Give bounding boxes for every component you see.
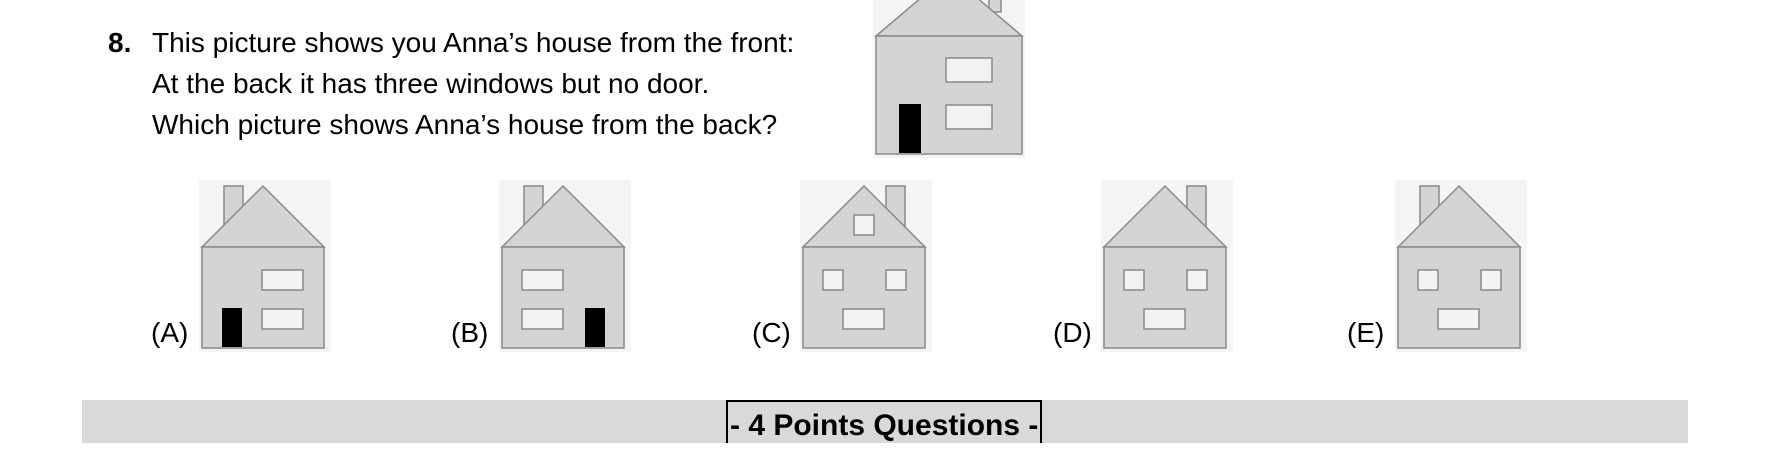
option-b-wall	[501, 246, 625, 349]
option-e-window-right	[1480, 269, 1502, 291]
option-c-window-lower	[842, 308, 885, 330]
option-d-window-lower	[1143, 308, 1186, 330]
option-a-wall	[201, 246, 325, 349]
option-d-wall	[1103, 246, 1227, 349]
option-b[interactable]: (B)	[451, 180, 636, 355]
option-c-house	[800, 180, 932, 352]
option-d[interactable]: (D)	[1053, 180, 1238, 355]
option-c[interactable]: (C)	[752, 180, 937, 355]
house-icon	[1101, 180, 1233, 352]
question-number: 8.	[108, 27, 132, 58]
option-a-house	[199, 180, 331, 352]
option-e[interactable]: (E)	[1347, 180, 1532, 355]
option-a-window-lower	[261, 308, 304, 330]
question-line-3: Which picture shows Anna’s house from th…	[152, 109, 778, 140]
option-a[interactable]: (A)	[151, 180, 336, 355]
option-a-door	[222, 308, 242, 347]
house-front-wall	[875, 35, 1023, 155]
option-e-window-left	[1417, 269, 1439, 291]
house-front-window-lower	[945, 104, 993, 130]
house-front-drawing	[873, 0, 1025, 158]
option-a-window-upper	[261, 269, 304, 291]
option-e-label: (E)	[1347, 317, 1385, 348]
option-a-label: (A)	[151, 317, 189, 348]
house-front-icon	[873, 0, 1025, 158]
question-text: This picture shows you Anna’s house from…	[152, 22, 794, 145]
option-d-window-right	[1186, 269, 1208, 291]
house-icon	[1395, 180, 1527, 352]
option-e-house	[1395, 180, 1527, 352]
option-b-label: (B)	[451, 317, 489, 348]
section-title: - 4 Points Questions -	[726, 400, 1043, 443]
house-icon	[499, 180, 631, 352]
option-b-window-upper	[521, 269, 564, 291]
option-c-wall	[802, 246, 926, 349]
house-icon	[199, 180, 331, 352]
option-c-window-right	[885, 269, 907, 291]
option-b-window-lower	[521, 308, 564, 330]
question-line-1: This picture shows you Anna’s house from…	[152, 27, 795, 58]
option-d-house	[1101, 180, 1233, 352]
option-d-window-left	[1123, 269, 1145, 291]
option-e-window-lower	[1437, 308, 1480, 330]
option-c-label: (C)	[752, 317, 791, 348]
option-d-label: (D)	[1053, 317, 1092, 348]
option-b-door	[585, 308, 605, 347]
option-e-wall	[1397, 246, 1521, 349]
option-c-window-left	[822, 269, 844, 291]
house-front-door	[899, 104, 921, 153]
question-line-2: At the back it has three windows but no …	[152, 68, 710, 99]
house-front-window-upper	[945, 57, 993, 83]
house-icon	[800, 180, 932, 352]
option-b-house	[499, 180, 631, 352]
option-c-window-roof	[853, 214, 875, 236]
section-header-bar: - 4 Points Questions -	[82, 400, 1688, 443]
